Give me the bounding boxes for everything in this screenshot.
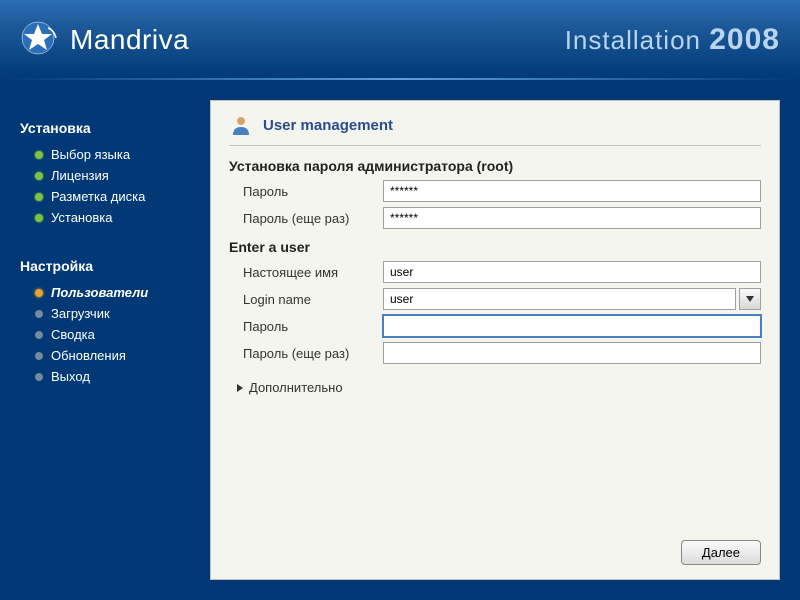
bullet-done-icon [35,172,43,180]
panel-header: User management [229,113,761,146]
login-input[interactable] [383,288,736,310]
root-password-input[interactable] [383,180,761,202]
sidebar-item-label: Пользователи [51,285,148,300]
bullet-done-icon [35,193,43,201]
bullet-current-icon [35,289,43,297]
form-row-realname: Настоящее имя [229,261,761,283]
triangle-right-icon [237,384,243,392]
sidebar-item-updates: Обновления [20,345,210,366]
chevron-down-icon [746,296,754,302]
sidebar-item-label: Обновления [51,348,126,363]
brand-text: Mandriva [70,24,189,56]
form-row-root-password2: Пароль (еще раз) [229,207,761,229]
root-password2-label: Пароль (еще раз) [243,211,383,226]
sidebar-section-title: Установка [20,120,210,136]
sidebar-item-label: Сводка [51,327,95,342]
form-row-user-password: Пароль [229,315,761,337]
sidebar-item-partition: Разметка диска [20,186,210,207]
user-password2-input[interactable] [383,342,761,364]
sidebar-section-install: Установка Выбор языка Лицензия Разметка … [20,120,210,228]
sidebar-section-title: Настройка [20,258,210,274]
sidebar-item-label: Установка [51,210,112,225]
bullet-pending-icon [35,331,43,339]
form-row-root-password: Пароль [229,180,761,202]
form-row-login: Login name [229,288,761,310]
installer-title-prefix: Installation [565,25,701,55]
sidebar-item-label: Разметка диска [51,189,145,204]
root-password-label: Пароль [243,184,383,199]
sidebar-item-label: Выбор языка [51,147,130,162]
form-row-user-password2: Пароль (еще раз) [229,342,761,364]
advanced-label: Дополнительно [249,380,343,395]
sidebar-item-summary: Сводка [20,324,210,345]
body-area: Установка Выбор языка Лицензия Разметка … [0,80,800,600]
realname-input[interactable] [383,261,761,283]
sidebar-item-users: Пользователи [20,282,210,303]
advanced-toggle[interactable]: Дополнительно [229,380,761,395]
sidebar-item-exit: Выход [20,366,210,387]
sidebar: Установка Выбор языка Лицензия Разметка … [0,80,210,600]
panel-title: User management [263,117,393,134]
sidebar-item-label: Загрузчик [51,306,110,321]
installer-title-year: 2008 [709,23,780,56]
logo-area: Mandriva [20,20,189,60]
user-password-input[interactable] [383,315,761,337]
user-icon [229,113,253,137]
sidebar-item-bootloader: Загрузчик [20,303,210,324]
root-password-heading: Установка пароля администратора (root) [229,158,761,174]
user-password2-label: Пароль (еще раз) [243,346,383,361]
user-section-heading: Enter a user [229,239,761,255]
sidebar-item-license: Лицензия [20,165,210,186]
user-password-label: Пароль [243,319,383,334]
root-password2-input[interactable] [383,207,761,229]
sidebar-item-label: Выход [51,369,90,384]
login-label: Login name [243,292,383,307]
installer-title: Installation 2008 [565,23,780,57]
main-panel: User management Установка пароля админис… [210,100,780,580]
header: Mandriva Installation 2008 [0,0,800,80]
bullet-done-icon [35,214,43,222]
sidebar-item-label: Лицензия [51,168,109,183]
bullet-done-icon [35,151,43,159]
star-icon [20,20,60,60]
sidebar-item-install: Установка [20,207,210,228]
login-dropdown-button[interactable] [739,288,761,310]
bullet-pending-icon [35,373,43,381]
sidebar-section-config: Настройка Пользователи Загрузчик Сводка … [20,258,210,387]
bullet-pending-icon [35,352,43,360]
next-button[interactable]: Далее [681,540,761,565]
bullet-pending-icon [35,310,43,318]
realname-label: Настоящее имя [243,265,383,280]
sidebar-item-language: Выбор языка [20,144,210,165]
